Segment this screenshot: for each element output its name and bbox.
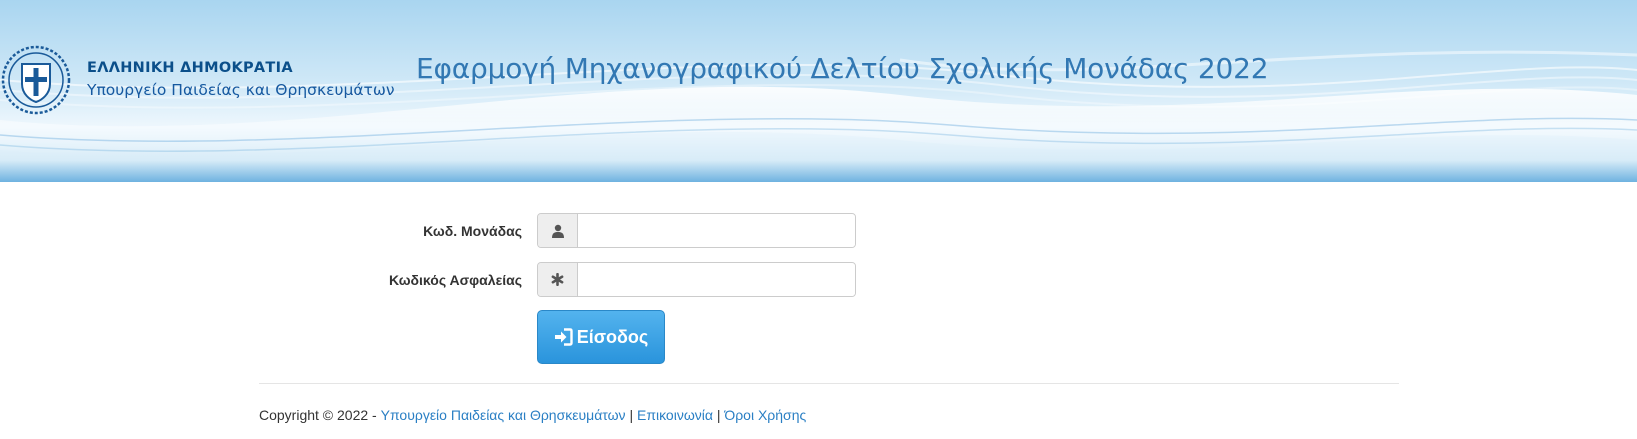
password-row: Κωδικός Ασφαλείας: [0, 262, 1637, 298]
ministry-link[interactable]: Υπουργείο Παιδείας και Θρησκευμάτων: [381, 407, 626, 423]
password-input-group: [537, 262, 856, 297]
government-title: ΕΛΛΗΝΙΚΗ ΔΗΜΟΚΡΑΤΙΑ: [87, 60, 293, 76]
unit-code-input-group: [537, 213, 856, 248]
footer-divider: [259, 383, 1399, 384]
terms-link[interactable]: Όροι Χρήσης: [724, 407, 806, 423]
password-input[interactable]: [578, 263, 855, 296]
contact-link[interactable]: Επικοινωνία: [637, 407, 713, 423]
log-in-icon: [554, 328, 573, 346]
copyright-text: Copyright © 2022 -: [259, 407, 381, 423]
footer-separator: |: [712, 407, 725, 423]
unit-code-row: Κωδ. Μονάδας: [0, 213, 1637, 249]
user-icon: [538, 214, 578, 247]
page-title: Εφαρμογή Μηχανογραφικού Δελτίου Σχολικής…: [416, 52, 1269, 85]
footer: Copyright © 2022 - Υπουργείο Παιδείας κα…: [259, 407, 806, 423]
footer-separator: |: [625, 407, 637, 423]
unit-code-label: Κωδ. Μονάδας: [423, 223, 522, 239]
login-button[interactable]: Είσοδος: [537, 310, 665, 364]
login-button-label: Είσοδος: [576, 326, 649, 347]
password-label: Κωδικός Ασφαλείας: [388, 272, 522, 288]
government-branding: ΕΛΛΗΝΙΚΗ ΔΗΜΟΚΡΑΤΙΑ Υπουργείο Παιδείας κ…: [87, 58, 395, 102]
unit-code-input[interactable]: [578, 214, 855, 247]
header-banner: ΕΛΛΗΝΙΚΗ ΔΗΜΟΚΡΑΤΙΑ Υπουργείο Παιδείας κ…: [0, 0, 1637, 182]
asterisk-icon: [538, 263, 578, 296]
ministry-name: Υπουργείο Παιδείας και Θρησκευμάτων: [87, 81, 395, 99]
greek-emblem-icon: [1, 45, 71, 115]
